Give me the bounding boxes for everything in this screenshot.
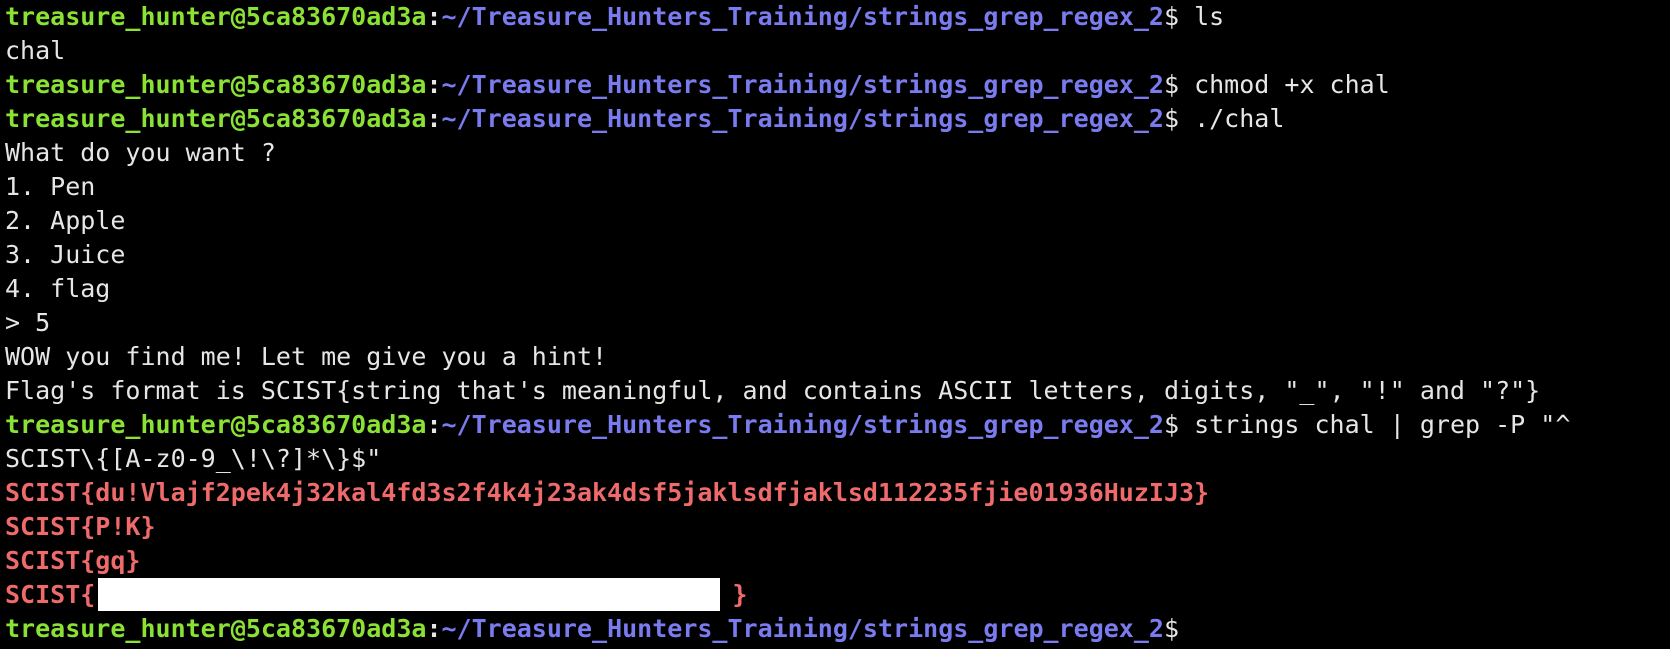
prompt-path: ~/Treasure_Hunters_Training/strings_grep… bbox=[441, 614, 1164, 643]
prompt-colon: : bbox=[426, 70, 442, 99]
terminal-window[interactable]: treasure_hunter@5ca83670ad3a:~/Treasure_… bbox=[0, 0, 1670, 649]
prompt-user: treasure_hunter@5ca83670ad3a bbox=[5, 104, 427, 133]
output-line: What do you want ? bbox=[5, 138, 276, 167]
prompt-colon: : bbox=[426, 410, 442, 439]
output-line: Flag's format is SCIST{string that's mea… bbox=[5, 376, 1541, 405]
terminal-line: treasure_hunter@5ca83670ad3a:~/Treasure_… bbox=[5, 68, 1670, 102]
prompt-dollar: $ bbox=[1163, 614, 1180, 643]
prompt-dollar: $ bbox=[1163, 104, 1180, 133]
command-text: ls bbox=[1179, 2, 1225, 31]
match-prefix: SCIST{ bbox=[5, 580, 96, 609]
prompt-colon: : bbox=[426, 104, 442, 133]
terminal-line: treasure_hunter@5ca83670ad3a:~/Treasure_… bbox=[5, 102, 1670, 136]
output-line: 1. Pen bbox=[5, 172, 96, 201]
match-line: SCIST{du!Vlajf2pek4j32kal4fd3s2f4k4j23ak… bbox=[5, 478, 1210, 507]
output-line: 3. Juice bbox=[5, 240, 126, 269]
output-line: 2. Apple bbox=[5, 206, 126, 235]
match-line-redacted: SCIST{} bbox=[5, 578, 1670, 612]
match-line: SCIST{gq} bbox=[5, 546, 141, 575]
match-line: SCIST{P!K} bbox=[5, 512, 156, 541]
command-text: ./chal bbox=[1179, 104, 1285, 133]
prompt-dollar: $ bbox=[1163, 70, 1180, 99]
prompt-user: treasure_hunter@5ca83670ad3a bbox=[5, 614, 427, 643]
terminal-line: treasure_hunter@5ca83670ad3a:~/Treasure_… bbox=[5, 0, 1670, 34]
match-suffix: } bbox=[732, 580, 748, 609]
prompt-colon: : bbox=[426, 2, 442, 31]
prompt-dollar: $ bbox=[1163, 2, 1180, 31]
prompt-path: ~/Treasure_Hunters_Training/strings_grep… bbox=[441, 70, 1164, 99]
output-line: 4. flag bbox=[5, 274, 111, 303]
prompt-path: ~/Treasure_Hunters_Training/strings_grep… bbox=[441, 2, 1164, 31]
prompt-dollar: $ bbox=[1163, 410, 1180, 439]
output-line: > 5 bbox=[5, 308, 51, 337]
command-text: chmod +x chal bbox=[1179, 70, 1390, 99]
prompt-user: treasure_hunter@5ca83670ad3a bbox=[5, 70, 427, 99]
command-text: strings chal | grep -P "^ bbox=[1179, 410, 1571, 439]
output-line: chal bbox=[5, 36, 66, 65]
prompt-user: treasure_hunter@5ca83670ad3a bbox=[5, 410, 427, 439]
prompt-path: ~/Treasure_Hunters_Training/strings_grep… bbox=[441, 104, 1164, 133]
prompt-user: treasure_hunter@5ca83670ad3a bbox=[5, 2, 427, 31]
prompt-colon: : bbox=[426, 614, 442, 643]
terminal-line: treasure_hunter@5ca83670ad3a:~/Treasure_… bbox=[5, 408, 1670, 442]
terminal-line-current[interactable]: treasure_hunter@5ca83670ad3a:~/Treasure_… bbox=[5, 612, 1670, 646]
redaction-box bbox=[98, 578, 721, 611]
command-wrap-line: SCIST\{[A-z0-9_\!\?]*\}$" bbox=[5, 444, 382, 473]
prompt-path: ~/Treasure_Hunters_Training/strings_grep… bbox=[441, 410, 1164, 439]
output-line: WOW you find me! Let me give you a hint! bbox=[5, 342, 608, 371]
